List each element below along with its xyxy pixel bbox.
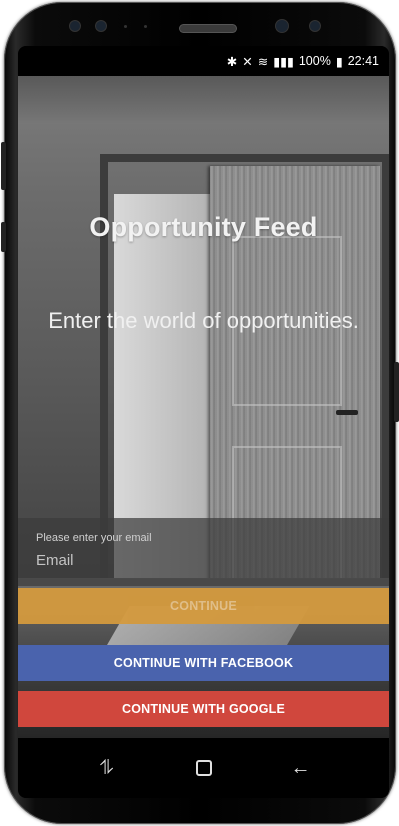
clock: 22:41	[347, 54, 379, 68]
app-title: Opportunity Feed	[89, 212, 318, 242]
front-camera-icon	[276, 20, 288, 32]
door-handle	[336, 410, 358, 415]
power-button	[394, 362, 399, 422]
recent-apps-icon[interactable]: ⥮	[87, 753, 127, 783]
email-input[interactable]	[36, 552, 371, 569]
battery-icon: ▮	[335, 54, 343, 69]
earpiece-speaker	[180, 25, 236, 32]
home-icon[interactable]	[184, 753, 224, 783]
door-background-image: Opportunity Feed Enter the world of oppo…	[18, 76, 389, 738]
proximity-sensor-icon	[96, 21, 106, 31]
email-hint-label: Please enter your email	[36, 532, 152, 544]
ceiling	[18, 76, 389, 124]
signal-icon: ▮▮▮	[273, 54, 294, 69]
bluetooth-icon: ✱	[226, 54, 238, 69]
bixby-button	[1, 222, 6, 252]
sensor-dot-icon	[144, 25, 147, 28]
battery-level: 100%	[298, 54, 331, 68]
email-field-container: Please enter your email	[18, 518, 389, 586]
tagline: Enter the world of opportunities.	[48, 308, 359, 333]
top-bezel	[4, 2, 396, 46]
continue-button[interactable]: CONTINUE	[18, 588, 389, 624]
volume-button	[1, 142, 6, 190]
screen: ✱ ✕ ≋ ▮▮▮ 100% ▮ 22:41 Opportunity Feed …	[18, 46, 389, 798]
continue-with-google-button[interactable]: CONTINUE WITH GOOGLE	[18, 691, 389, 727]
continue-with-facebook-button[interactable]: CONTINUE WITH FACEBOOK	[18, 645, 389, 681]
navigation-bar: ⥮ ←	[18, 738, 389, 798]
iris-camera-icon	[310, 21, 320, 31]
wifi-icon: ≋	[257, 54, 269, 69]
led-icon	[124, 25, 127, 28]
phone-frame: ✱ ✕ ≋ ▮▮▮ 100% ▮ 22:41 Opportunity Feed …	[1, 2, 399, 824]
iris-sensor-icon	[70, 21, 80, 31]
mute-icon: ✕	[242, 54, 253, 69]
status-bar: ✱ ✕ ≋ ▮▮▮ 100% ▮ 22:41	[18, 46, 389, 76]
back-icon[interactable]: ←	[281, 753, 321, 783]
